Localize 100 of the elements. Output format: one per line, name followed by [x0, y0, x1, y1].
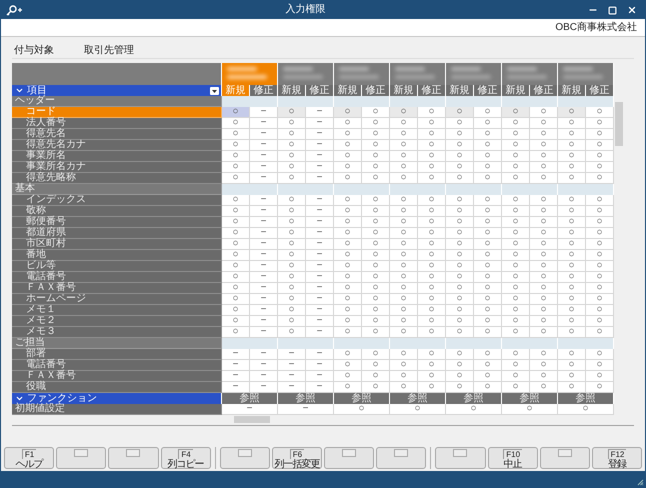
- permission-cell[interactable]: ○: [446, 349, 474, 360]
- item-row-label[interactable]: 事業所名: [12, 151, 222, 162]
- permission-cell[interactable]: ○: [362, 206, 390, 217]
- permission-cell[interactable]: −: [306, 382, 334, 393]
- permission-cell[interactable]: ○: [390, 118, 418, 129]
- item-row-label[interactable]: 電話番号: [12, 360, 222, 371]
- permission-cell[interactable]: ○: [362, 151, 390, 162]
- permission-cell[interactable]: ○: [474, 294, 502, 305]
- permission-cell[interactable]: ○: [586, 294, 614, 305]
- permission-cell[interactable]: ○: [390, 195, 418, 206]
- item-row-label[interactable]: ＦＡＸ番号: [12, 283, 222, 294]
- permission-cell[interactable]: −: [250, 382, 278, 393]
- function-key-button[interactable]: [540, 447, 590, 469]
- permission-cell[interactable]: −: [250, 151, 278, 162]
- permission-cell[interactable]: ○: [390, 228, 418, 239]
- permission-cell[interactable]: ○: [586, 217, 614, 228]
- function-key-button[interactable]: [220, 447, 270, 469]
- permission-cell[interactable]: ○: [362, 173, 390, 184]
- permission-cell[interactable]: ○: [474, 316, 502, 327]
- permission-cell[interactable]: ○: [390, 129, 418, 140]
- permission-cell[interactable]: ○: [334, 195, 362, 206]
- permission-cell[interactable]: ○: [222, 239, 250, 250]
- function-key-button[interactable]: F6 列一括変更: [272, 447, 322, 469]
- dropdown-icon[interactable]: [210, 86, 219, 94]
- permission-cell[interactable]: ○: [530, 217, 558, 228]
- permission-cell[interactable]: −: [306, 371, 334, 382]
- permission-cell[interactable]: ○: [586, 228, 614, 239]
- permission-cell[interactable]: ○: [390, 305, 418, 316]
- permission-cell[interactable]: ○: [502, 305, 530, 316]
- permission-cell[interactable]: ○: [558, 316, 586, 327]
- permission-cell[interactable]: −: [306, 162, 334, 173]
- permission-cell[interactable]: ○: [586, 261, 614, 272]
- permission-cell[interactable]: ○: [586, 107, 614, 118]
- permission-cell[interactable]: ○: [586, 349, 614, 360]
- close-icon[interactable]: [627, 5, 637, 15]
- permission-cell[interactable]: ○: [362, 107, 390, 118]
- permission-cell[interactable]: ○: [334, 228, 362, 239]
- permission-cell[interactable]: −: [222, 404, 278, 415]
- scroll-thumb[interactable]: [234, 416, 270, 422]
- permission-cell[interactable]: ○: [390, 294, 418, 305]
- permission-cell[interactable]: ○: [446, 162, 474, 173]
- permission-cell[interactable]: −: [222, 349, 250, 360]
- permission-cell[interactable]: ○: [278, 107, 306, 118]
- permission-cell[interactable]: −: [250, 107, 278, 118]
- permission-cell[interactable]: ○: [530, 316, 558, 327]
- permission-cell[interactable]: ○: [362, 283, 390, 294]
- permission-cell[interactable]: ○: [278, 239, 306, 250]
- permission-cell[interactable]: ○: [502, 360, 530, 371]
- permission-cell[interactable]: −: [306, 228, 334, 239]
- permission-cell[interactable]: ○: [502, 217, 530, 228]
- permission-cell[interactable]: ○: [474, 360, 502, 371]
- resize-grip-icon[interactable]: [637, 479, 644, 486]
- permission-cell[interactable]: ○: [334, 305, 362, 316]
- permission-cell[interactable]: ○: [334, 371, 362, 382]
- section-row-label[interactable]: 基本: [12, 184, 222, 195]
- permission-cell[interactable]: ○: [362, 305, 390, 316]
- permission-cell[interactable]: ○: [222, 206, 250, 217]
- permission-cell[interactable]: ○: [446, 382, 474, 393]
- permission-cell[interactable]: −: [250, 272, 278, 283]
- permission-cell[interactable]: ○: [334, 349, 362, 360]
- permission-cell[interactable]: ○: [418, 349, 446, 360]
- collapse-icon[interactable]: [15, 86, 24, 95]
- permission-cell[interactable]: ○: [418, 151, 446, 162]
- items-header[interactable]: 項目: [12, 85, 222, 96]
- permission-cell[interactable]: ○: [390, 327, 418, 338]
- permission-cell[interactable]: ○: [502, 382, 530, 393]
- permission-cell[interactable]: −: [306, 151, 334, 162]
- blurred-column-header[interactable]: [502, 63, 558, 85]
- item-row-label[interactable]: 初期値設定: [12, 404, 222, 415]
- permission-cell[interactable]: ○: [418, 107, 446, 118]
- item-row-label[interactable]: ホームページ: [12, 294, 222, 305]
- permission-cell[interactable]: −: [250, 162, 278, 173]
- permission-cell[interactable]: −: [278, 349, 306, 360]
- permission-cell[interactable]: ○: [446, 371, 474, 382]
- permission-cell[interactable]: ○: [278, 228, 306, 239]
- permission-cell[interactable]: ○: [222, 228, 250, 239]
- permission-cell[interactable]: ○: [502, 294, 530, 305]
- permission-cell[interactable]: ○: [362, 118, 390, 129]
- permission-cell[interactable]: ○: [362, 294, 390, 305]
- permission-cell[interactable]: ○: [222, 195, 250, 206]
- permission-cell[interactable]: ○: [278, 140, 306, 151]
- permission-cell[interactable]: ○: [530, 151, 558, 162]
- permission-cell[interactable]: ○: [530, 371, 558, 382]
- permission-cell[interactable]: −: [250, 173, 278, 184]
- permission-cell[interactable]: ○: [418, 305, 446, 316]
- permission-cell[interactable]: ○: [390, 261, 418, 272]
- permission-cell[interactable]: ○: [334, 239, 362, 250]
- function-section-header[interactable]: ファンクション: [12, 393, 222, 404]
- permission-cell[interactable]: −: [306, 140, 334, 151]
- permission-cell[interactable]: ○: [586, 327, 614, 338]
- permission-cell[interactable]: ○: [334, 118, 362, 129]
- blurred-column-header[interactable]: [446, 63, 502, 85]
- permission-cell[interactable]: ○: [362, 140, 390, 151]
- item-row-label[interactable]: 郵便番号: [12, 217, 222, 228]
- permission-cell[interactable]: ○: [222, 140, 250, 151]
- permission-cell[interactable]: −: [250, 217, 278, 228]
- permission-cell[interactable]: ○: [558, 129, 586, 140]
- permission-cell[interactable]: ○: [586, 206, 614, 217]
- permission-cell[interactable]: ○: [502, 327, 530, 338]
- permission-cell[interactable]: ○: [446, 173, 474, 184]
